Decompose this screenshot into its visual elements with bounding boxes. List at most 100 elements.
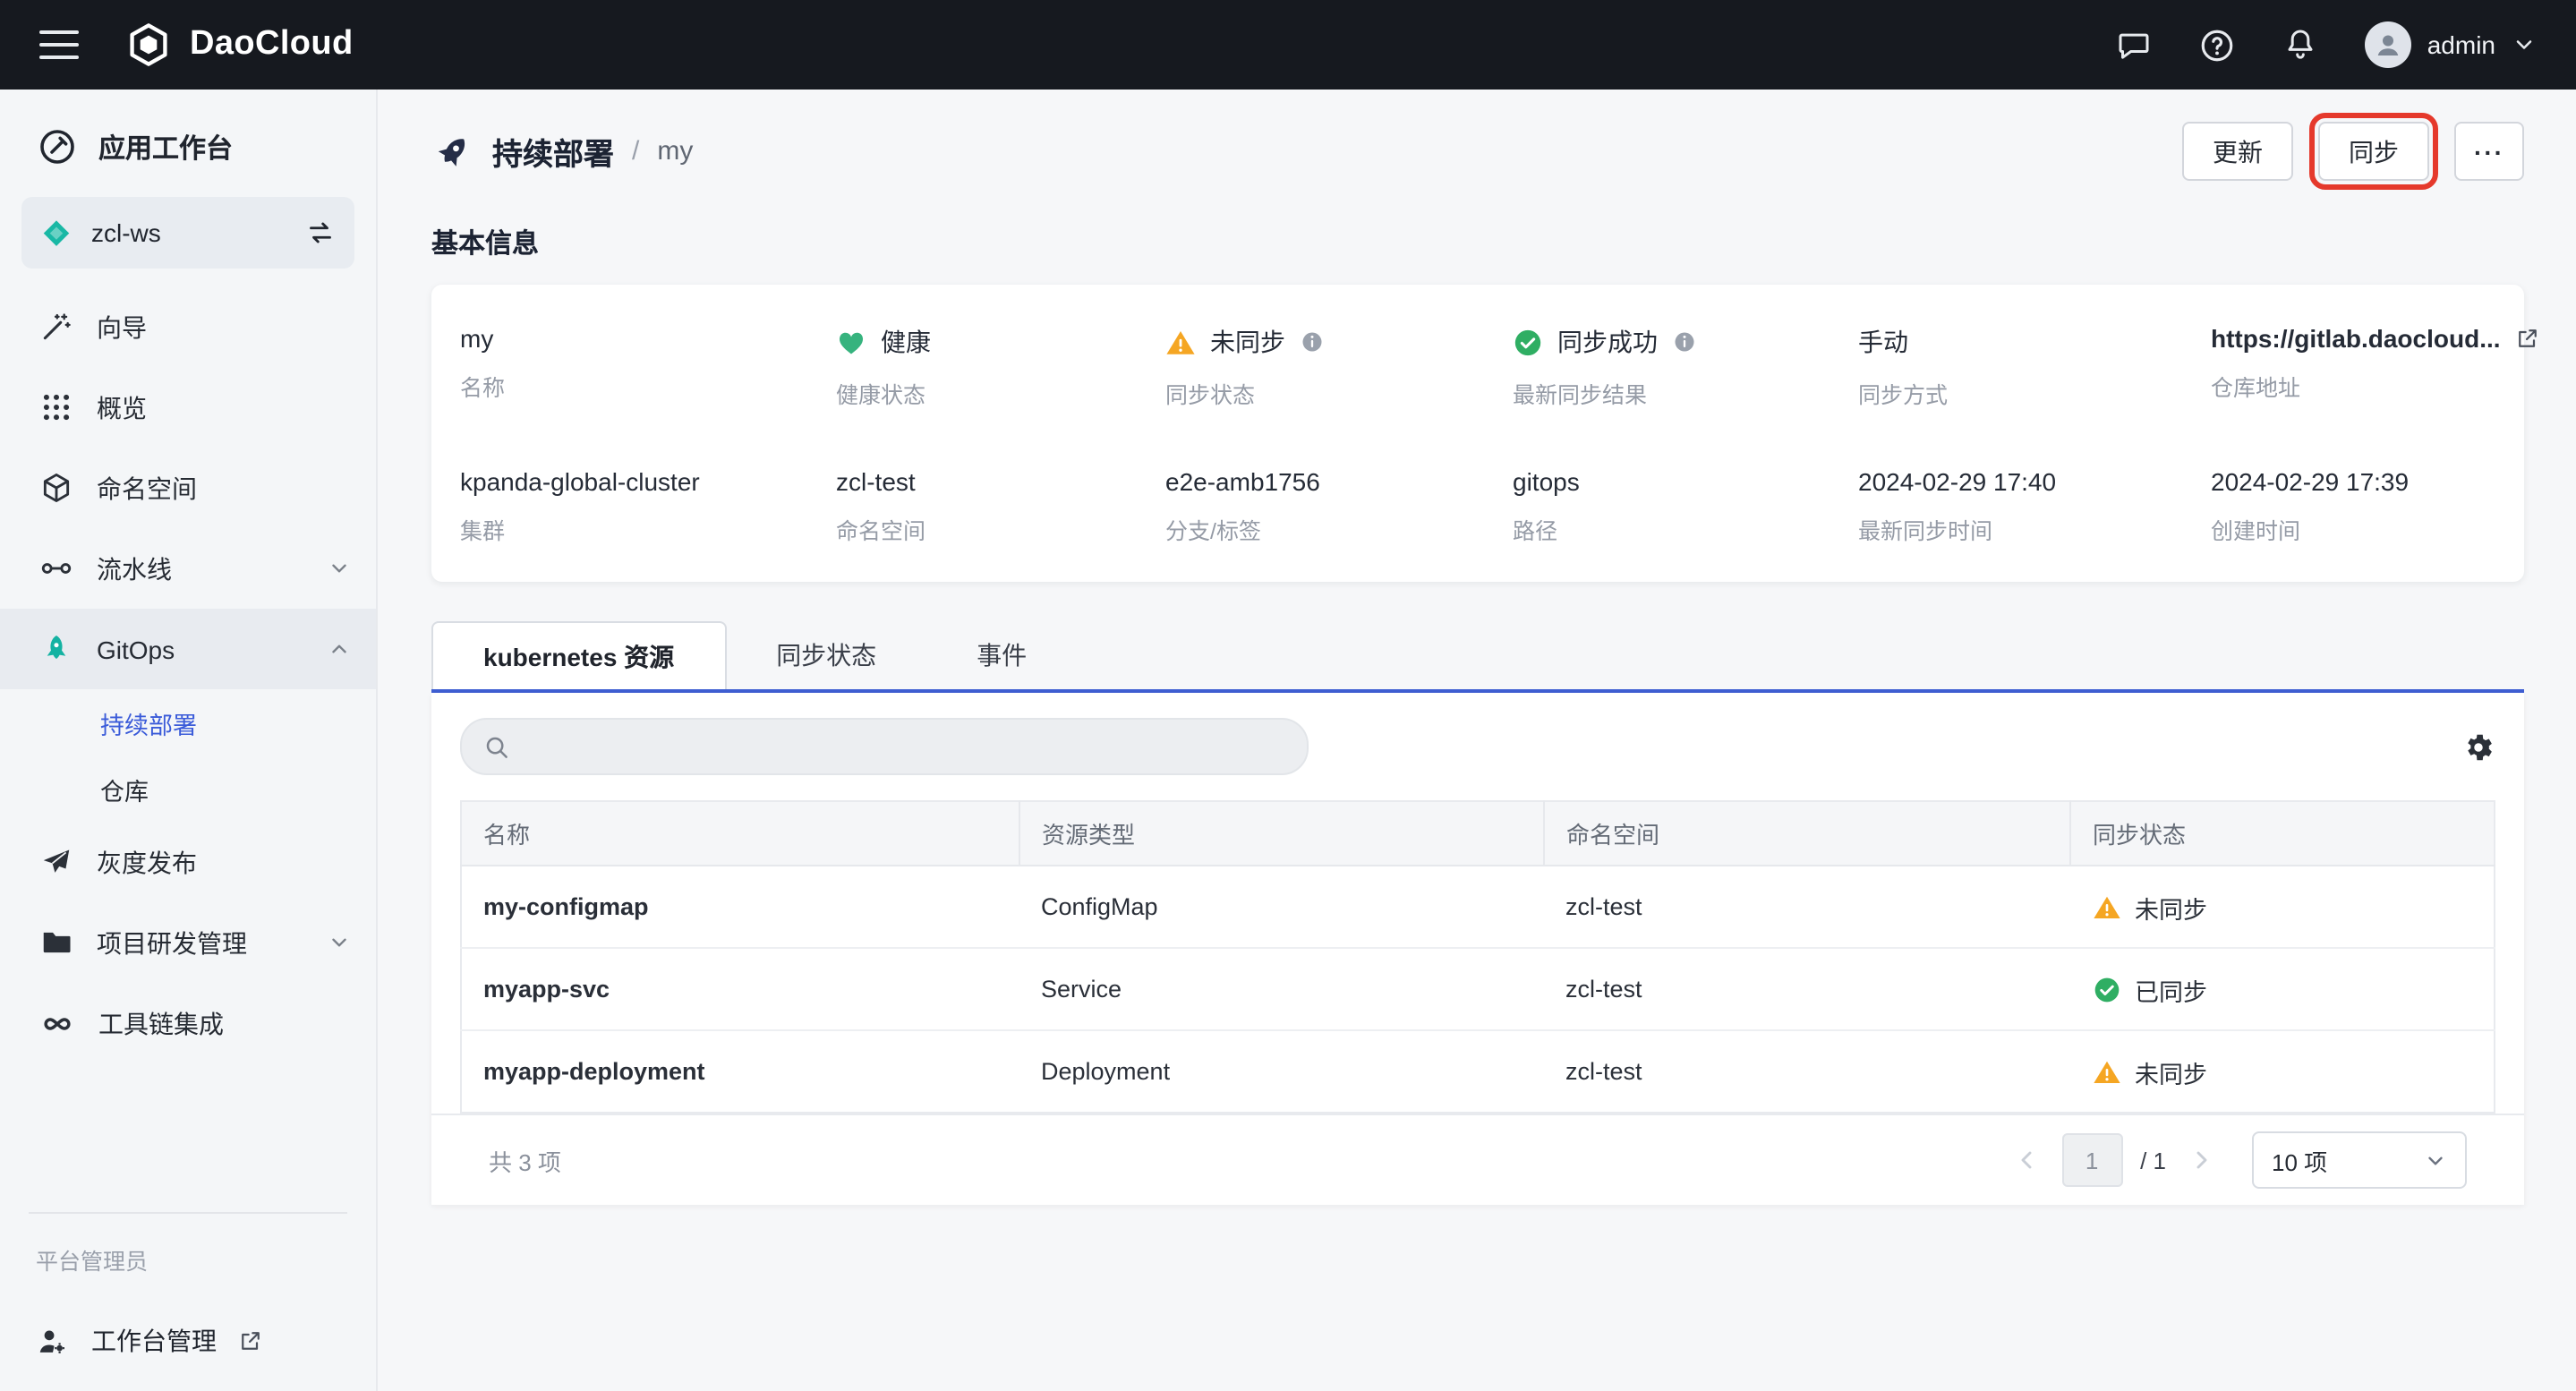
switch-workspace-icon[interactable] (304, 217, 337, 249)
status-text: 未同步 (2135, 889, 2207, 925)
rocket-icon (39, 632, 73, 666)
cube-icon (39, 471, 73, 505)
field-label: 同步方式 (1858, 376, 2211, 410)
sidebar-item-label: 概览 (97, 389, 351, 425)
rocket-icon (422, 121, 483, 182)
repo-url-link[interactable]: https://gitlab.daocloud... (2211, 324, 2501, 353)
field-name: my 名称 (460, 324, 836, 410)
page-number-input[interactable] (2061, 1133, 2122, 1187)
search-box[interactable] (460, 718, 1309, 775)
main-content: 持续部署 / my 更新 同步 ··· 基本信息 my 名称 (378, 90, 2576, 1391)
column-header-sync-status[interactable]: 同步状态 (2070, 801, 2495, 866)
sidebar-item-label: 向导 (97, 309, 351, 345)
field-label: 路径 (1513, 512, 1858, 546)
field-label: 最新同步时间 (1858, 512, 2211, 546)
resource-namespace: zcl-test (1544, 1030, 2070, 1113)
warning-icon (2092, 1057, 2120, 1086)
help-button[interactable] (2198, 26, 2236, 64)
breadcrumb-root[interactable]: 持续部署 (492, 129, 614, 174)
workspace-name: zcl-ws (91, 218, 286, 247)
sidebar-item-namespace[interactable]: 命名空间 (0, 448, 376, 528)
sidebar-item-pipeline[interactable]: 流水线 (0, 528, 376, 609)
prev-page-button[interactable] (2008, 1142, 2043, 1178)
sidebar-item-toolchain[interactable]: 工具链集成 (0, 983, 376, 1063)
sidebar-item-continuous-deployment[interactable]: 持续部署 (0, 689, 376, 755)
column-header-name[interactable]: 名称 (461, 801, 1019, 866)
column-header-namespace[interactable]: 命名空间 (1544, 801, 2070, 866)
field-label: 命名空间 (836, 512, 1165, 546)
user-menu[interactable]: admin (2365, 21, 2537, 68)
chevron-left-icon (2011, 1146, 2040, 1174)
menu-toggle-button[interactable] (39, 30, 79, 59)
sidebar-item-wizard[interactable]: 向导 (0, 286, 376, 367)
workbench-manage-link[interactable]: 工作台管理 (0, 1301, 376, 1380)
sidebar-item-overview[interactable]: 概览 (0, 367, 376, 448)
page-header: 持续部署 / my 更新 同步 ··· (431, 122, 2524, 181)
sidebar-item-label: 持续部署 (100, 704, 197, 740)
sidebar-item-project-management[interactable]: 项目研发管理 (0, 902, 376, 983)
more-actions-button[interactable]: ··· (2454, 122, 2524, 181)
search-input[interactable] (525, 731, 1285, 762)
field-label: 仓库地址 (2211, 369, 2540, 403)
status-text: 已同步 (2135, 971, 2207, 1007)
help-icon (2198, 26, 2236, 64)
field-label: 创建时间 (2211, 512, 2540, 546)
folder-icon (39, 926, 73, 960)
sync-button[interactable]: 同步 (2318, 122, 2429, 181)
chevron-right-icon (2188, 1146, 2216, 1174)
tab-kubernetes-resources[interactable]: kubernetes 资源 (431, 621, 726, 689)
info-icon[interactable] (1672, 329, 1697, 354)
sidebar-item-label: 工具链集成 (98, 1005, 351, 1041)
field-branch: e2e-amb1756 分支/标签 (1165, 467, 1513, 546)
notifications-button[interactable] (2282, 27, 2318, 63)
sidebar-nav: 向导 概览 命名空间 流水线 GitOps (0, 286, 376, 1063)
header-actions: 更新 同步 ··· (2182, 122, 2524, 181)
sidebar-divider (29, 1212, 347, 1214)
workspace-gem-icon (39, 216, 73, 250)
resource-status: 未同步 (2070, 866, 2495, 948)
next-page-button[interactable] (2184, 1142, 2220, 1178)
table-row[interactable]: myapp-deployment Deployment zcl-test 未同步 (461, 1030, 2495, 1113)
workspace-selector[interactable]: zcl-ws (21, 197, 354, 269)
table-row[interactable]: myapp-svc Service zcl-test 已同步 (461, 948, 2495, 1030)
brand-name: DaoCloud (190, 25, 354, 64)
field-label: 名称 (460, 369, 836, 403)
pagination: / 1 10 项 (2008, 1131, 2467, 1189)
sidebar-item-gray-release[interactable]: 灰度发布 (0, 822, 376, 902)
table-row[interactable]: my-configmap ConfigMap zcl-test 未同步 (461, 866, 2495, 948)
sidebar-item-label: 命名空间 (97, 470, 351, 506)
resource-name[interactable]: myapp-svc (461, 948, 1019, 1030)
update-button[interactable]: 更新 (2182, 122, 2293, 181)
resource-name[interactable]: myapp-deployment (461, 1030, 1019, 1113)
user-icon (2372, 29, 2404, 61)
tab-sync-status[interactable]: 同步状态 (726, 621, 926, 689)
field-value: 2024-02-29 17:40 (1858, 467, 2056, 496)
field-value: kpanda-global-cluster (460, 467, 700, 496)
success-icon (1513, 327, 1543, 357)
resource-status: 未同步 (2070, 1030, 2495, 1113)
grid-icon (39, 390, 73, 424)
tab-events[interactable]: 事件 (926, 621, 1077, 689)
field-namespace: zcl-test 命名空间 (836, 467, 1165, 546)
sidebar-item-repository[interactable]: 仓库 (0, 755, 376, 822)
resource-namespace: zcl-test (1544, 866, 2070, 948)
column-header-type[interactable]: 资源类型 (1019, 801, 1544, 866)
pipeline-icon (39, 551, 73, 585)
resource-name[interactable]: my-configmap (461, 866, 1019, 948)
table-settings-button[interactable] (2461, 730, 2495, 764)
resource-type: ConfigMap (1019, 866, 1544, 948)
status-text: 未同步 (2135, 1054, 2207, 1089)
info-icon[interactable] (1300, 329, 1325, 354)
user-name: admin (2427, 30, 2495, 59)
brand-logo[interactable]: DaoCloud (125, 21, 354, 68)
sidebar-item-gitops[interactable]: GitOps (0, 609, 376, 689)
field-created-time: 2024-02-29 17:39 创建时间 (2211, 467, 2540, 546)
resource-type: Service (1019, 948, 1544, 1030)
warning-icon (1165, 327, 1196, 357)
heart-icon (836, 327, 866, 357)
external-link-icon[interactable] (2515, 326, 2540, 351)
messages-button[interactable] (2116, 27, 2152, 63)
field-label: 最新同步结果 (1513, 376, 1858, 410)
basic-info-title: 基本信息 (431, 224, 2524, 261)
page-size-select[interactable]: 10 项 (2252, 1131, 2467, 1189)
